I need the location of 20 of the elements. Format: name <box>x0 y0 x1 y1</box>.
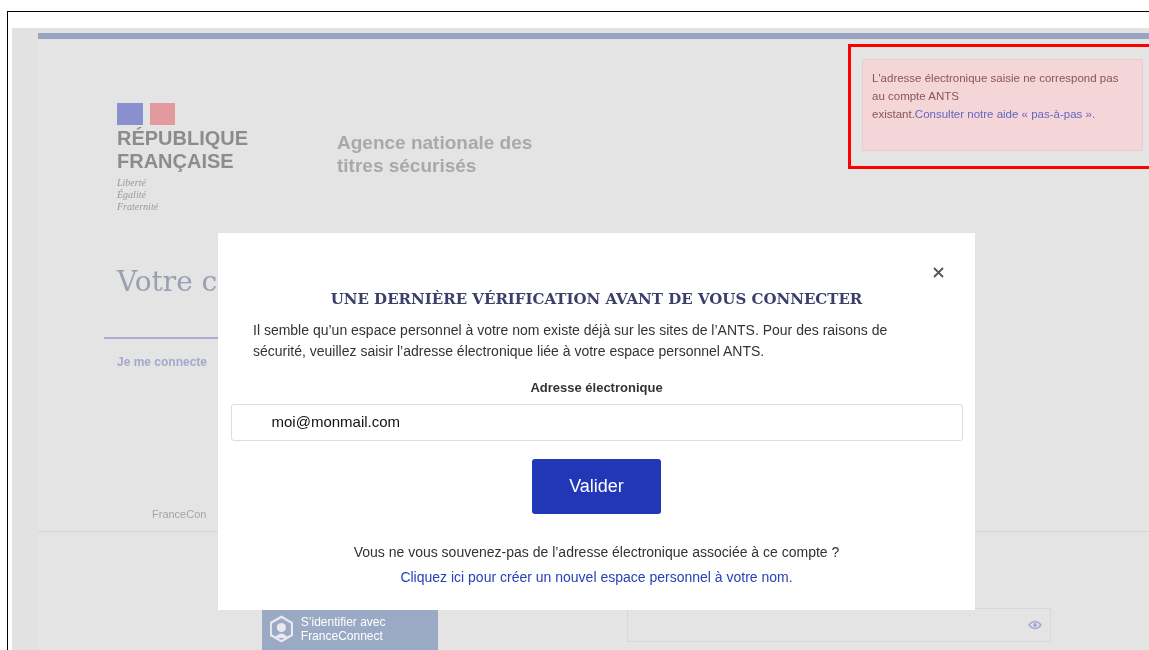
help-link[interactable]: Consulter notre aide « pas-à-pas ». <box>914 108 1096 120</box>
password-field[interactable] <box>627 607 1051 642</box>
motto-line: Liberté <box>117 177 147 189</box>
page-heading: Votre c <box>117 264 218 300</box>
submit-button[interactable]: Valider <box>532 459 661 514</box>
agency-name: Agence nationale des titres sécurisés <box>337 131 534 177</box>
franceconnect-label: FranceCon <box>152 507 207 522</box>
motto-line: Fraternité <box>117 201 160 213</box>
dialog-description: Il semble qu’un espace personnel à votre nom existe déjà sur les sites de l’ANTS. Pour des raisons de sécurité, veuillez saisir l’adresse électronique liée à votre espace personnel ANTS. <box>253 320 889 361</box>
motto-line: Égalité <box>117 189 147 201</box>
eye-icon <box>1028 619 1042 630</box>
close-icon <box>932 266 944 278</box>
flag-logo-icon <box>117 103 175 125</box>
logo-name: RÉPUBLIQUE FRANÇAISE <box>117 127 250 173</box>
email-field[interactable]: moi@monmail.com <box>230 404 963 441</box>
help-text: Vous ne vous souvenez-pas de l’adresse électronique associée à ce compte ? <box>353 543 840 562</box>
create-account-link[interactable]: Cliquez ici pour créer un nouvel espace personnel à votre nom. <box>400 567 793 588</box>
alert-message: L'adresse électronique saisie ne correspond pas au compte ANTS existant.Consulter notre aide « pas-à-pas ». <box>872 72 1119 120</box>
field-label: Adresse électronique <box>530 378 663 397</box>
dialog-title: UNE DERNIÈRE VÉRIFICATION AVANT DE VOUS CONNECTER <box>330 289 863 310</box>
